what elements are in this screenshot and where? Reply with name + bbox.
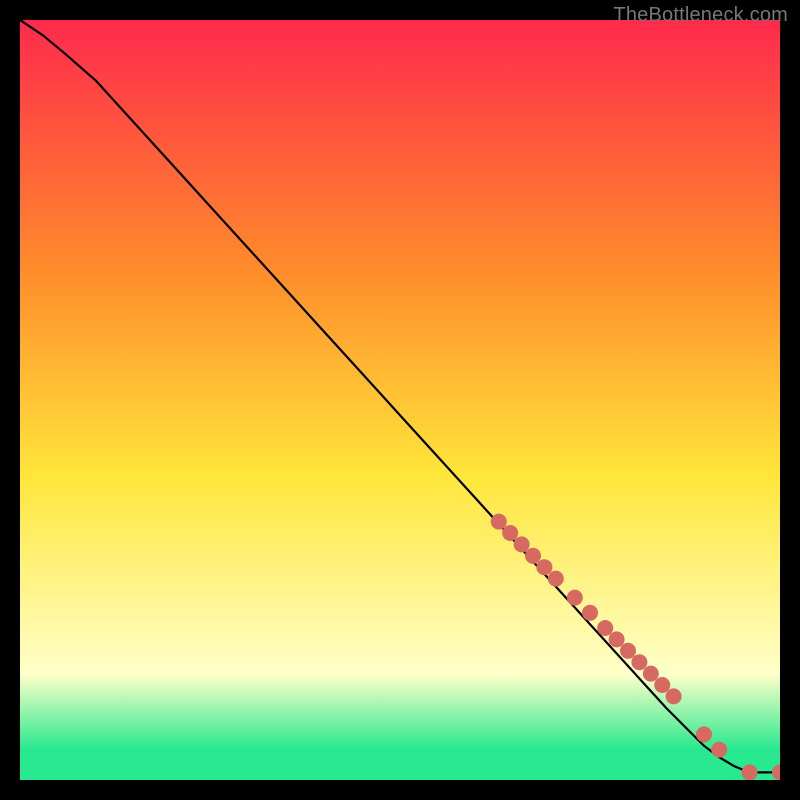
component-marker	[696, 726, 712, 742]
plot-svg	[20, 20, 780, 780]
component-marker	[609, 631, 625, 647]
component-marker	[502, 525, 518, 541]
component-marker	[567, 590, 583, 606]
component-marker	[631, 654, 647, 670]
component-marker	[548, 571, 564, 587]
component-marker	[643, 666, 659, 682]
component-marker	[597, 620, 613, 636]
component-marker	[514, 536, 530, 552]
chart-frame: TheBottleneck.com	[0, 0, 800, 800]
component-marker	[620, 643, 636, 659]
component-marker	[536, 559, 552, 575]
component-marker	[491, 514, 507, 530]
component-marker	[525, 548, 541, 564]
component-marker	[582, 605, 598, 621]
component-marker	[654, 677, 670, 693]
component-marker	[666, 688, 682, 704]
gradient-background	[20, 20, 780, 780]
component-marker	[742, 764, 758, 780]
component-marker	[711, 742, 727, 758]
watermark-text: TheBottleneck.com	[613, 4, 788, 27]
plot-area	[20, 20, 780, 780]
